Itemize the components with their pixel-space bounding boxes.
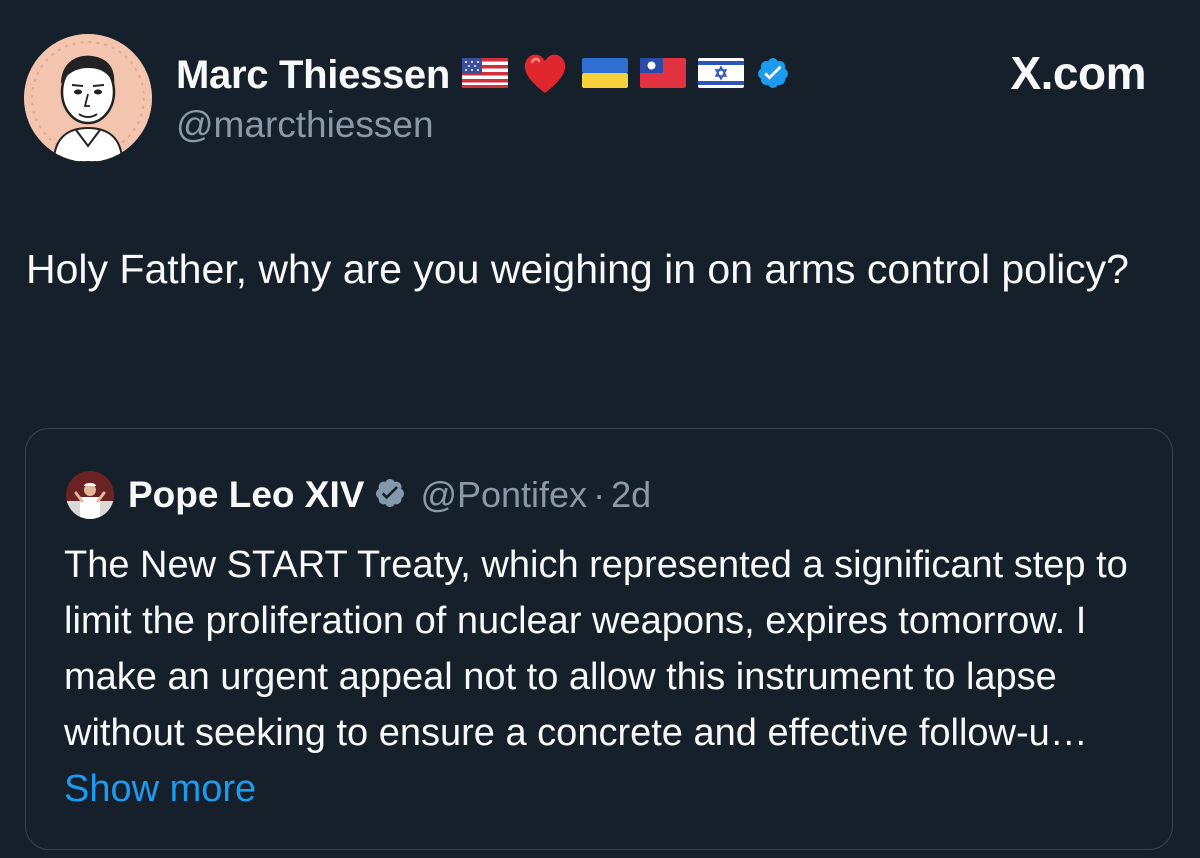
israel-flag-icon	[698, 57, 744, 93]
quote-timestamp[interactable]: 2d	[611, 474, 651, 516]
quote-text: The New START Treaty, which represented …	[64, 537, 1154, 817]
author-handle[interactable]: @marcthiessen	[176, 104, 434, 146]
quote-avatar[interactable]	[66, 471, 114, 519]
show-more-link[interactable]: Show more	[64, 768, 256, 810]
quote-body: The New START Treaty, which represented …	[64, 544, 1128, 754]
quote-author-handle[interactable]: @Pontifex	[420, 474, 587, 516]
author-avatar[interactable]	[24, 34, 152, 162]
ukraine-flag-icon	[582, 57, 628, 93]
author-name[interactable]: Marc Thiessen	[176, 53, 450, 98]
quote-card[interactable]: Pope Leo XIV @Pontifex · 2d The New STAR…	[25, 428, 1173, 850]
gray-verified-badge-icon	[374, 477, 406, 514]
quote-separator: ·	[593, 474, 606, 515]
taiwan-flag-icon	[640, 57, 686, 93]
verified-badge-icon	[756, 56, 790, 95]
quote-header: Pope Leo XIV @Pontifex · 2d	[66, 469, 651, 521]
brand-label: X.com	[1010, 47, 1146, 99]
us-flag-icon	[462, 57, 508, 93]
quote-author-name[interactable]: Pope Leo XIV	[128, 474, 364, 516]
red-heart-icon	[520, 48, 570, 103]
author-name-row: Marc Thiessen	[176, 46, 790, 104]
tweet-text: Holy Father, why are you weighing in on …	[26, 246, 1129, 292]
